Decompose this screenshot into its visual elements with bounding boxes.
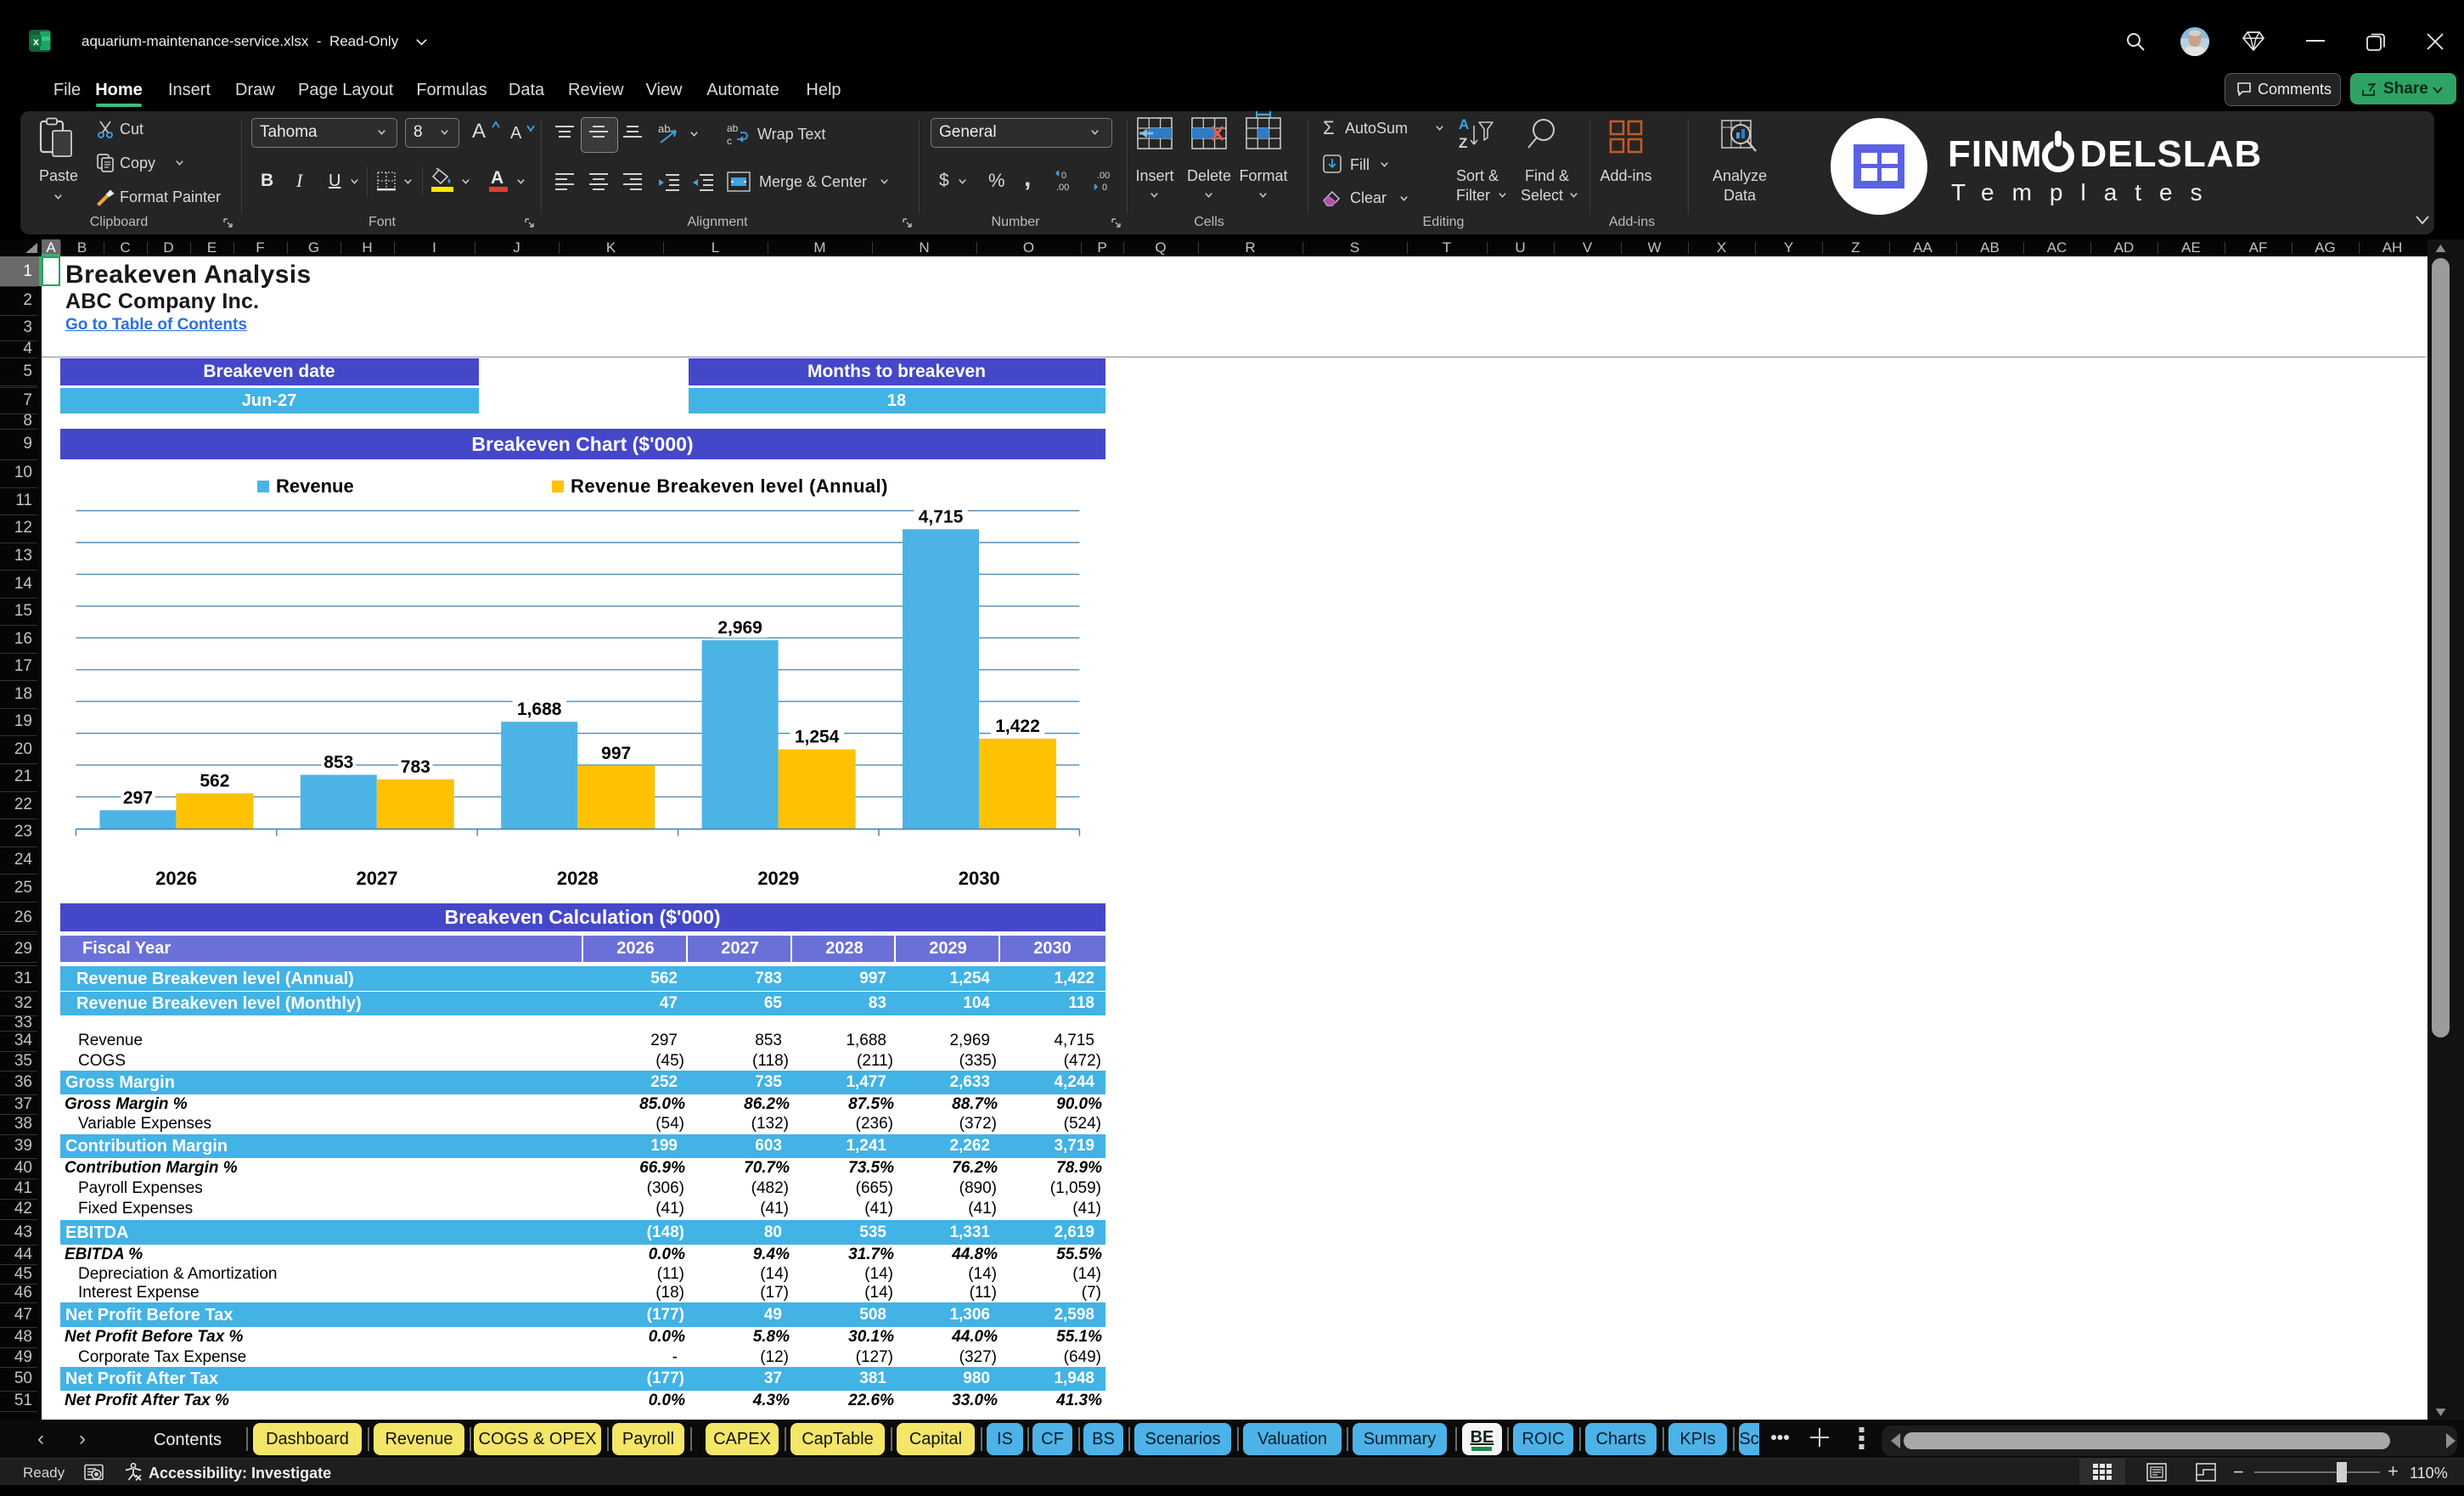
svg-text:Revenue Breakeven level (Annua: Revenue Breakeven level (Annual) <box>571 475 888 497</box>
svg-text:2026: 2026 <box>155 868 197 889</box>
svg-text:2029: 2029 <box>757 868 799 889</box>
svg-text:2,969: 2,969 <box>717 618 762 638</box>
svg-text:2028: 2028 <box>557 868 599 889</box>
svg-text:1,422: 1,422 <box>995 717 1040 736</box>
svg-text:783: 783 <box>401 757 430 777</box>
svg-text:562: 562 <box>200 771 229 790</box>
svg-text:ab: ab <box>727 122 739 134</box>
svg-text:853: 853 <box>323 753 353 773</box>
svg-text:4,715: 4,715 <box>919 507 964 526</box>
svg-text:2030: 2030 <box>959 868 1000 889</box>
svg-text:Revenue: Revenue <box>276 475 354 497</box>
svg-text:c: c <box>727 135 732 146</box>
svg-text:2027: 2027 <box>357 868 398 889</box>
svg-text:997: 997 <box>601 744 631 763</box>
svg-text:297: 297 <box>123 788 153 807</box>
svg-text:1,254: 1,254 <box>795 728 840 747</box>
svg-text:x: x <box>33 36 39 48</box>
svg-text:ab: ab <box>658 122 670 135</box>
svg-text:A: A <box>1459 116 1469 132</box>
svg-text:1,688: 1,688 <box>517 700 562 719</box>
svg-text:Z: Z <box>1459 135 1467 151</box>
